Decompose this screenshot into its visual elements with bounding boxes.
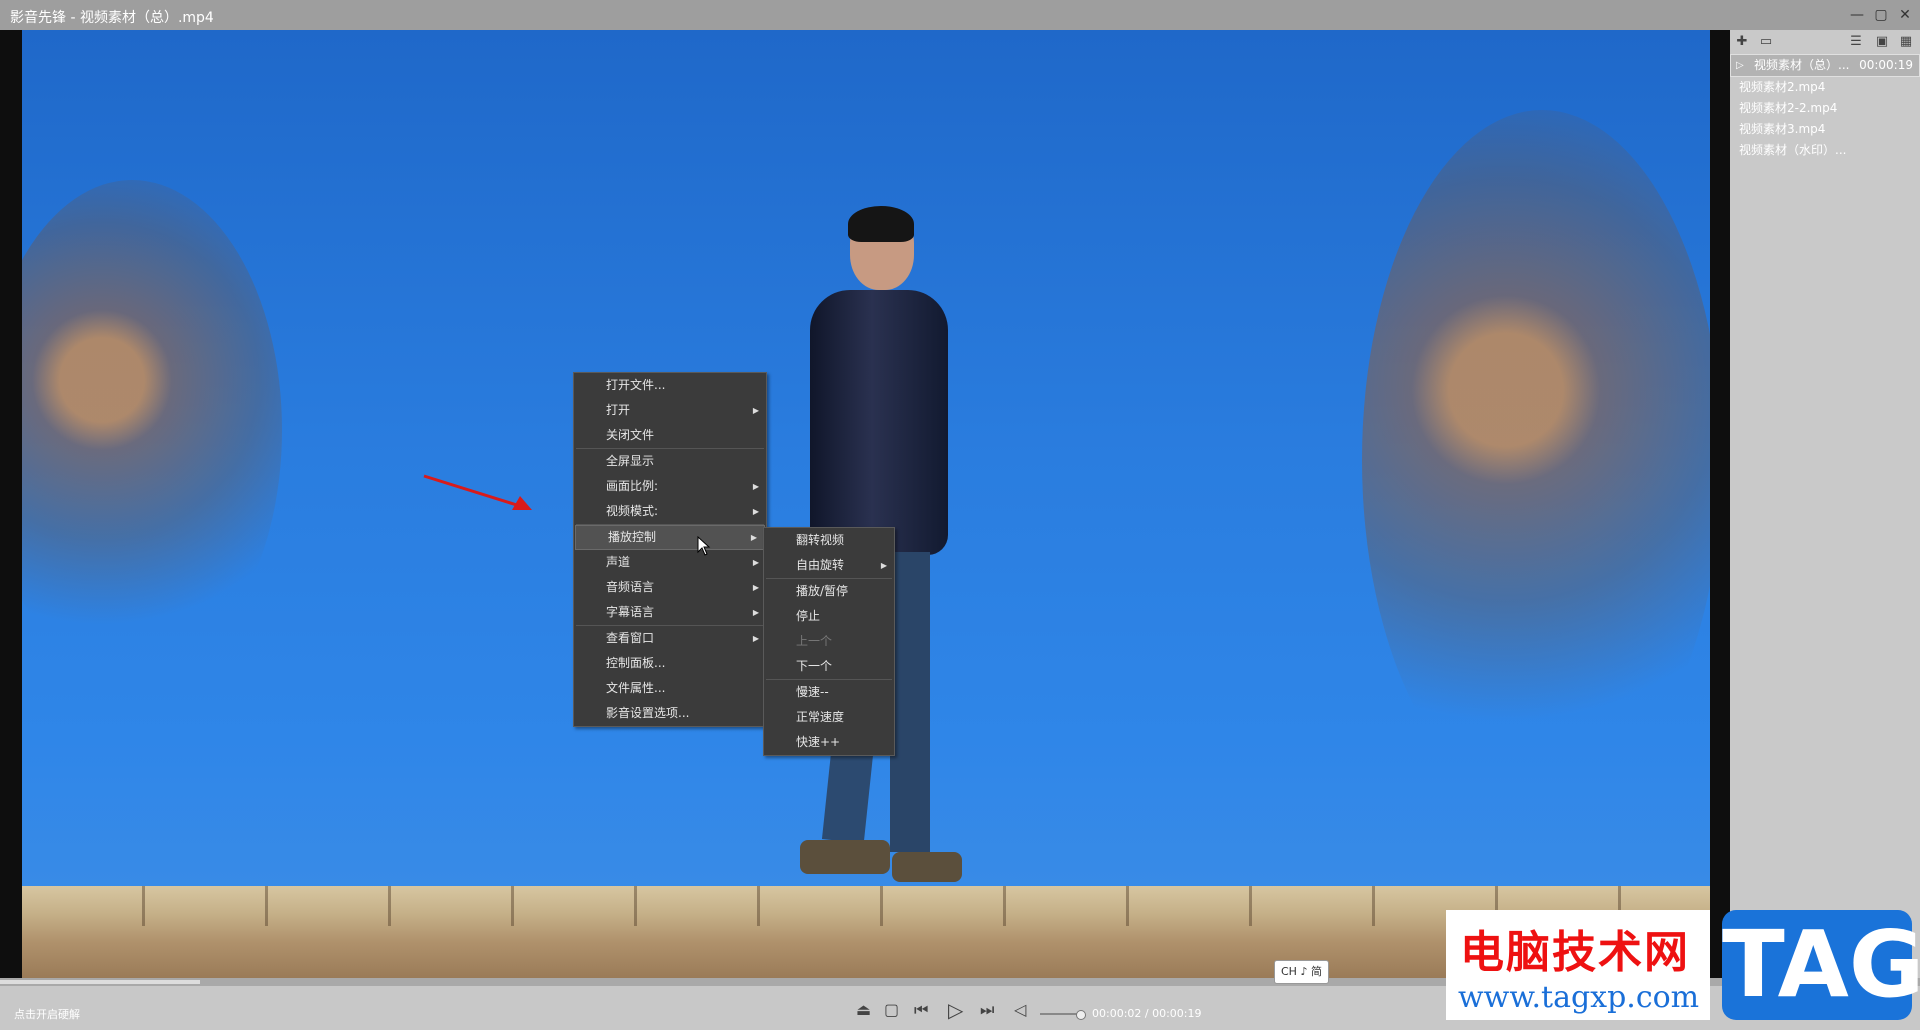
context-menu: 打开文件... 打开 ▶ 关闭文件 全屏显示 画面比例: ▶ 视频模式: ▶ 播放控制…	[573, 372, 767, 727]
add-icon[interactable]: ✚	[1734, 34, 1750, 50]
playlist-item[interactable]: ▷ 视频素材（总）... 00:00:19	[1730, 54, 1920, 77]
playlist-panel: ✚ ▭ ☰ ▣ ▦ ▷ 视频素材（总）... 00:00:19 视频素材2.mp…	[1730, 30, 1920, 978]
playlist-item[interactable]: 视频素材3.mp4	[1730, 119, 1920, 140]
hardware-decode-hint[interactable]: 点击开启硬解	[14, 1006, 80, 1022]
maximize-icon[interactable]: ▢	[1872, 6, 1890, 24]
menu-item-aspect-ratio[interactable]: 画面比例: ▶	[574, 474, 766, 499]
submenu-item-next[interactable]: 下一个	[764, 654, 894, 679]
play-icon[interactable]: ▷	[948, 1000, 963, 1020]
menu-item-playback-control[interactable]: 播放控制 ▶	[575, 525, 765, 550]
play-indicator-icon: ▷	[1736, 60, 1744, 71]
menu-item-open-file[interactable]: 打开文件...	[574, 373, 766, 398]
watermark-url: www.tagxp.com	[1458, 980, 1700, 1015]
submenu-arrow-icon: ▶	[752, 406, 759, 415]
submenu-arrow-icon: ▶	[752, 608, 759, 617]
menu-item-file-properties[interactable]: 文件属性...	[574, 676, 766, 701]
submenu-arrow-icon: ▶	[750, 533, 757, 542]
submenu-arrow-icon: ▶	[752, 634, 759, 643]
submenu-item-faster[interactable]: 快速++	[764, 730, 894, 755]
playback-submenu: 翻转视频 自由旋转 ▶ 播放/暂停 停止 上一个 下一个 慢速-- 正常速度 快速…	[763, 527, 895, 756]
submenu-arrow-icon: ▶	[752, 507, 759, 516]
submenu-item-play-pause[interactable]: 播放/暂停	[764, 579, 894, 604]
minimize-icon[interactable]: —	[1848, 6, 1866, 24]
volume-slider[interactable]	[1040, 1010, 1086, 1020]
title-bar: 影音先锋 - 视频素材（总）.mp4 — ▢ ✕	[0, 0, 1920, 30]
submenu-item-previous: 上一个	[796, 634, 833, 648]
video-frame	[22, 30, 1710, 978]
menu-item-settings[interactable]: 影音设置选项...	[574, 701, 766, 726]
menu-item-control-panel[interactable]: 控制面板...	[574, 651, 766, 676]
eject-icon[interactable]: ⏏	[856, 1000, 871, 1020]
playlist-toolbar: ✚ ▭ ☰ ▣ ▦	[1730, 30, 1920, 54]
tree-left	[22, 180, 282, 680]
submenu-item-flip-video[interactable]: 翻转视频	[764, 528, 894, 553]
menu-item-subtitle-language[interactable]: 字幕语言 ▶	[574, 600, 766, 625]
submenu-item-normal-speed[interactable]: 正常速度	[764, 705, 894, 730]
menu-item-open[interactable]: 打开 ▶	[574, 398, 766, 423]
submenu-arrow-icon: ▶	[752, 482, 759, 491]
close-icon[interactable]: ✕	[1896, 6, 1914, 24]
stop-icon[interactable]: ▢	[884, 1000, 899, 1020]
menu-item-audio-language[interactable]: 音频语言 ▶	[574, 575, 766, 600]
submenu-arrow-icon: ▶	[752, 583, 759, 592]
menu-item-audio-channel[interactable]: 声道 ▶	[574, 550, 766, 575]
tree-right	[1362, 110, 1710, 810]
mouse-cursor-icon	[697, 536, 711, 556]
menu-item-fullscreen[interactable]: 全屏显示	[574, 449, 766, 474]
menu-item-video-mode[interactable]: 视频模式: ▶	[574, 499, 766, 524]
submenu-arrow-icon: ▶	[880, 561, 887, 570]
menu-item-close-file[interactable]: 关闭文件	[574, 423, 766, 448]
video-area[interactable]	[0, 30, 1730, 978]
red-arrow-icon	[423, 474, 532, 510]
list-view-icon[interactable]: ☰	[1848, 34, 1864, 50]
grid-view-icon[interactable]: ▦	[1898, 34, 1914, 50]
playlist-item[interactable]: 视频素材2-2.mp4	[1730, 98, 1920, 119]
menu-item-view-window[interactable]: 查看窗口 ▶	[574, 626, 766, 651]
ime-indicator[interactable]: CH ♪ 简	[1274, 960, 1329, 984]
watermark-site-name: 电脑技术网	[1460, 927, 1690, 978]
remove-icon[interactable]: ▭	[1758, 34, 1774, 50]
watermark-tag-logo: TAG	[1722, 910, 1920, 1020]
submenu-item-free-rotate[interactable]: 自由旋转 ▶	[764, 553, 894, 578]
submenu-arrow-icon: ▶	[752, 558, 759, 567]
previous-icon[interactable]: ⏮	[914, 1000, 928, 1020]
playlist-item[interactable]: 视频素材2.mp4	[1730, 77, 1920, 98]
time-display: 00:00:02 / 00:00:19	[1092, 1007, 1202, 1020]
detail-view-icon[interactable]: ▣	[1874, 34, 1890, 50]
window-title: 影音先锋 - 视频素材（总）.mp4	[10, 10, 214, 26]
next-icon[interactable]: ⏭	[980, 1000, 994, 1020]
submenu-item-slower[interactable]: 慢速--	[764, 680, 894, 705]
submenu-item-stop[interactable]: 停止	[764, 604, 894, 629]
watermark-site: 电脑技术网 www.tagxp.com	[1446, 910, 1710, 1020]
playlist-item[interactable]: 视频素材（水印）...	[1730, 140, 1920, 161]
volume-icon[interactable]: ◁	[1014, 1000, 1026, 1020]
